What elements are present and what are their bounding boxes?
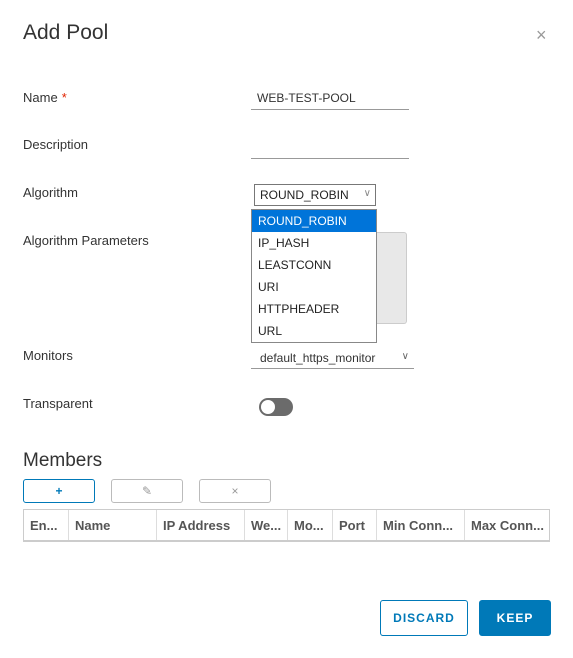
algorithm-select[interactable]: ROUND_ROBIN ∨	[254, 184, 376, 206]
algorithm-option[interactable]: URL	[252, 320, 376, 342]
algorithm-label: Algorithm	[23, 185, 78, 200]
algorithm-option[interactable]: LEASTCONN	[252, 254, 376, 276]
algorithm-option[interactable]: ROUND_ROBIN	[252, 210, 376, 232]
toggle-knob	[261, 400, 275, 414]
algorithm-selected-value: ROUND_ROBIN	[260, 188, 349, 202]
column-header-monitor[interactable]: Mo...	[288, 510, 333, 540]
discard-button[interactable]: DISCARD	[380, 600, 468, 636]
monitors-selected-value: default_https_monitor	[260, 351, 376, 365]
edit-member-button[interactable]: ✎	[111, 479, 183, 503]
pencil-icon: ✎	[141, 484, 153, 498]
close-icon[interactable]: ×	[536, 26, 547, 44]
algorithm-option[interactable]: IP_HASH	[252, 232, 376, 254]
algorithm-option[interactable]: URI	[252, 276, 376, 298]
name-label-text: Name	[23, 90, 58, 105]
name-label: Name *	[23, 90, 67, 105]
transparent-label: Transparent	[23, 396, 93, 411]
algorithm-option[interactable]: HTTPHEADER	[252, 298, 376, 320]
description-input[interactable]	[251, 139, 409, 159]
algorithm-params-field[interactable]	[376, 232, 407, 324]
chevron-down-icon: ∨	[401, 351, 409, 362]
algorithm-params-label: Algorithm Parameters	[23, 233, 149, 248]
chevron-down-icon: ∨	[363, 188, 371, 199]
monitors-select[interactable]: default_https_monitor ∨	[251, 347, 414, 369]
add-member-button[interactable]: +	[23, 479, 95, 503]
dialog-title: Add Pool	[23, 21, 109, 44]
members-grid: En... Name IP Address We... Mo... Port M…	[23, 509, 550, 542]
column-header-weight[interactable]: We...	[245, 510, 288, 540]
name-input[interactable]	[251, 90, 409, 110]
column-header-max-conn[interactable]: Max Conn...	[465, 510, 549, 540]
members-title: Members	[23, 450, 103, 471]
plus-icon: +	[55, 484, 63, 498]
column-header-port[interactable]: Port	[333, 510, 377, 540]
monitors-label: Monitors	[23, 348, 73, 363]
column-header-min-conn[interactable]: Min Conn...	[377, 510, 465, 540]
required-marker: *	[61, 90, 67, 105]
description-label: Description	[23, 137, 89, 152]
delete-member-button[interactable]: ×	[199, 479, 271, 503]
delete-icon: ×	[231, 484, 239, 498]
column-header-name[interactable]: Name	[69, 510, 157, 540]
column-header-ip-address[interactable]: IP Address	[157, 510, 245, 540]
column-header-enabled[interactable]: En...	[24, 510, 69, 540]
transparent-toggle[interactable]	[259, 398, 293, 416]
keep-button[interactable]: KEEP	[479, 600, 551, 636]
algorithm-dropdown-list: ROUND_ROBIN IP_HASH LEASTCONN URI HTTPHE…	[251, 209, 377, 343]
